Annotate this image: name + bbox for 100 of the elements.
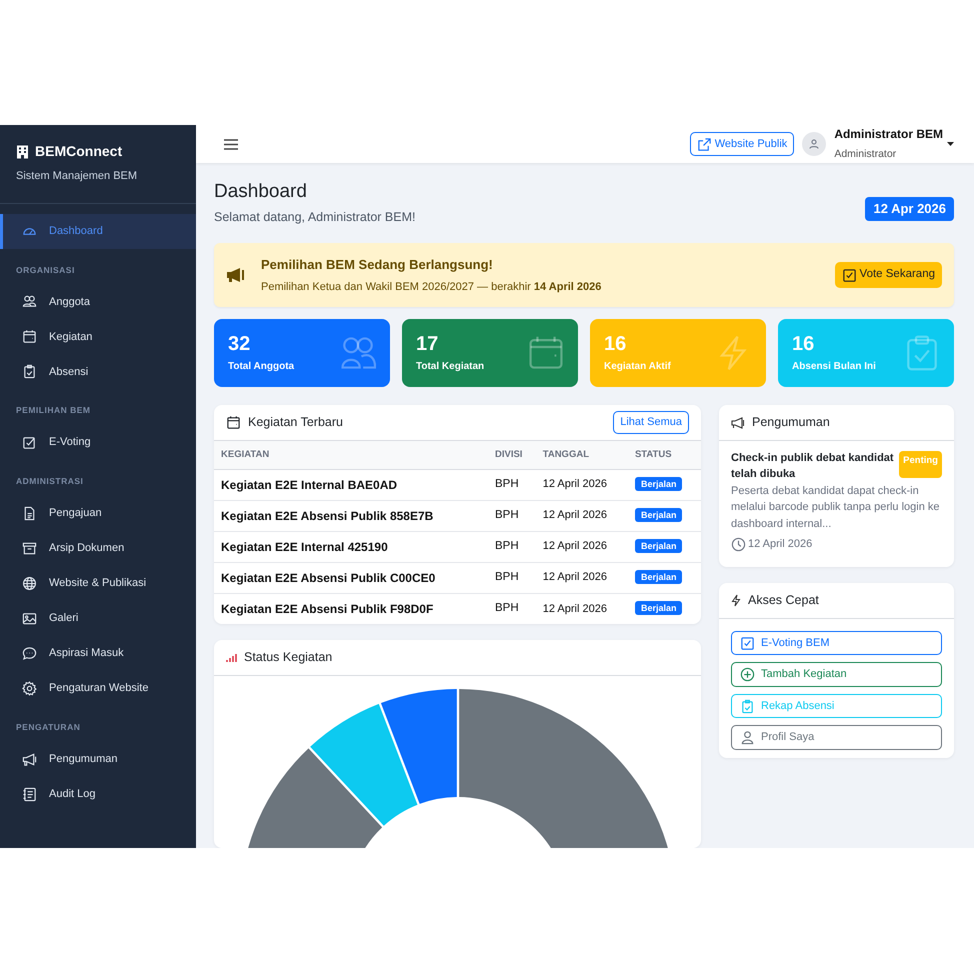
column-header: KEGIATAN: [214, 441, 489, 469]
table-cell: Kegiatan E2E Internal BAE0AD: [214, 469, 489, 500]
user-role: Administrator: [834, 147, 898, 162]
sidebar-item[interactable]: Audit Log: [0, 776, 196, 812]
stat-label: Absensi Bulan Ini: [792, 360, 876, 374]
plus-circle-icon: [740, 667, 755, 682]
quick-link[interactable]: E-Voting BEM: [731, 630, 942, 656]
section-heading: PEMILIHAN BEM: [15, 404, 92, 418]
table-cell: 12 April 2026: [536, 593, 629, 624]
card-title: Kegiatan Terbaru: [248, 414, 343, 432]
section-heading: PENGATURAN: [15, 720, 82, 734]
bar-chart-icon: [226, 652, 237, 662]
status-badge: Berjalan: [634, 601, 682, 616]
vote-button[interactable]: Vote Sekarang: [834, 262, 942, 288]
section-heading: ADMINISTRASI: [15, 475, 84, 488]
calendar-icon: [528, 335, 564, 371]
clipboard-check-icon: [904, 335, 940, 371]
column-header: STATUS: [628, 441, 701, 469]
sidebar-item[interactable]: Pengaturan Website: [0, 670, 196, 706]
brand-subtitle: Sistem Manajemen BEM: [16, 169, 138, 184]
alert-title: Pemilihan BEM Sedang Berlangsung!: [261, 256, 494, 274]
sidebar-item[interactable]: Absensi: [0, 354, 196, 390]
table-cell: BPH: [489, 593, 537, 624]
status-badge: Berjalan: [634, 508, 682, 522]
archive-box-icon: [22, 540, 37, 556]
checkbox-icon: [740, 636, 755, 651]
stat-label: Kegiatan Aktif: [604, 360, 671, 374]
page-title: Dashboard: [214, 181, 308, 204]
table-cell: 12 April 2026: [536, 531, 629, 562]
lightning-icon: [731, 594, 741, 607]
clock-icon: [731, 537, 746, 552]
table-cell: 12 April 2026: [536, 562, 629, 593]
table-cell: Kegiatan E2E Internal 425190: [214, 531, 489, 562]
sidebar-item[interactable]: Dashboard: [0, 214, 196, 248]
document-icon: [22, 506, 37, 521]
alert-text: Pemilihan Ketua dan Wakil BEM 2026/2027 — berakhir 14 April 2026: [261, 280, 602, 294]
announcement-title: Check-in publik debat kandidat telah dibuka: [731, 451, 895, 482]
clipboard-check-icon: [22, 364, 37, 380]
building-icon: [16, 144, 29, 158]
status-badge: Berjalan: [634, 570, 682, 584]
person-icon: [740, 730, 755, 746]
megaphone-icon: [731, 416, 745, 428]
sidebar-item[interactable]: Website & Publikasi: [0, 566, 196, 601]
sidebar-item[interactable]: E-Voting: [0, 425, 196, 460]
menu-icon[interactable]: [224, 138, 238, 150]
column-header: TANGGAL: [536, 441, 629, 469]
stat-value: 17: [416, 332, 440, 354]
announcement-text: Peserta debat kandidat dapat check-in melalui barcode publik tanpa perlu login ke dashboard internal...: [731, 484, 941, 532]
megaphone-icon: [22, 752, 37, 766]
sidebar-item[interactable]: Anggota: [0, 284, 196, 320]
people-icon: [22, 294, 37, 310]
card-title: Status Kegiatan: [244, 649, 332, 666]
calendar-icon: [22, 329, 37, 344]
sidebar-item[interactable]: Kegiatan: [0, 319, 196, 354]
sidebar-item[interactable]: Pengajuan: [0, 496, 196, 531]
card-title: Akses Cepat: [748, 592, 819, 609]
table-cell: BPH: [489, 531, 537, 562]
checkbox-icon: [842, 268, 857, 282]
megaphone-icon: [226, 267, 245, 283]
clipboard-check-icon: [740, 698, 755, 714]
settings-icon: [22, 680, 37, 696]
status-badge: Berjalan: [634, 538, 682, 553]
table-cell: 12 April 2026: [536, 500, 629, 531]
avatar-icon: [802, 132, 826, 156]
stat-value: 16: [604, 332, 628, 354]
table-cell: 12 April 2026: [536, 469, 629, 500]
section-heading: ORGANISASI: [15, 264, 76, 276]
globe-icon: [22, 576, 37, 591]
brand-name: BEMConnect: [35, 142, 122, 161]
website-button[interactable]: Website Publik: [690, 132, 794, 156]
table-cell: Kegiatan E2E Absensi Publik F98D0F: [214, 593, 489, 624]
table-cell: BPH: [489, 562, 537, 593]
sidebar-item[interactable]: Pengumuman: [0, 742, 196, 776]
announcement-date: 12 April 2026: [748, 537, 812, 552]
date-badge: 12 Apr 2026: [865, 197, 954, 221]
checkbox-icon: [22, 435, 37, 450]
card-title: Pengumuman: [752, 414, 830, 432]
chat-bubble-icon: [22, 646, 37, 661]
view-all-button[interactable]: Lihat Semua: [613, 411, 689, 434]
stat-value: 16: [792, 332, 816, 354]
quick-link[interactable]: Tambah Kegiatan: [731, 662, 942, 687]
sidebar-item[interactable]: Aspirasi Masuk: [0, 636, 196, 671]
column-header: DIVISI: [489, 441, 537, 469]
sidebar-item[interactable]: Arsip Dokumen: [0, 530, 196, 566]
stat-label: Total Kegiatan: [416, 360, 484, 374]
calendar-icon: [226, 415, 241, 430]
status-badge: Berjalan: [634, 476, 682, 491]
stat-value: 32: [228, 332, 252, 354]
stat-label: Total Anggota: [228, 360, 294, 374]
table-cell: BPH: [489, 469, 537, 500]
table-cell: BPH: [489, 500, 537, 531]
sidebar-item[interactable]: Galeri: [0, 600, 196, 636]
caret-icon[interactable]: [947, 142, 954, 146]
table-cell: Kegiatan E2E Absensi Publik 858E7B: [214, 500, 489, 531]
quick-link[interactable]: Profil Saya: [731, 725, 942, 750]
table-cell: Kegiatan E2E Absensi Publik C00CE0: [214, 562, 489, 593]
image-icon: [22, 610, 37, 626]
people-icon: [340, 335, 376, 371]
user-name[interactable]: Administrator BEM: [834, 125, 943, 144]
log-list-icon: [22, 786, 37, 802]
